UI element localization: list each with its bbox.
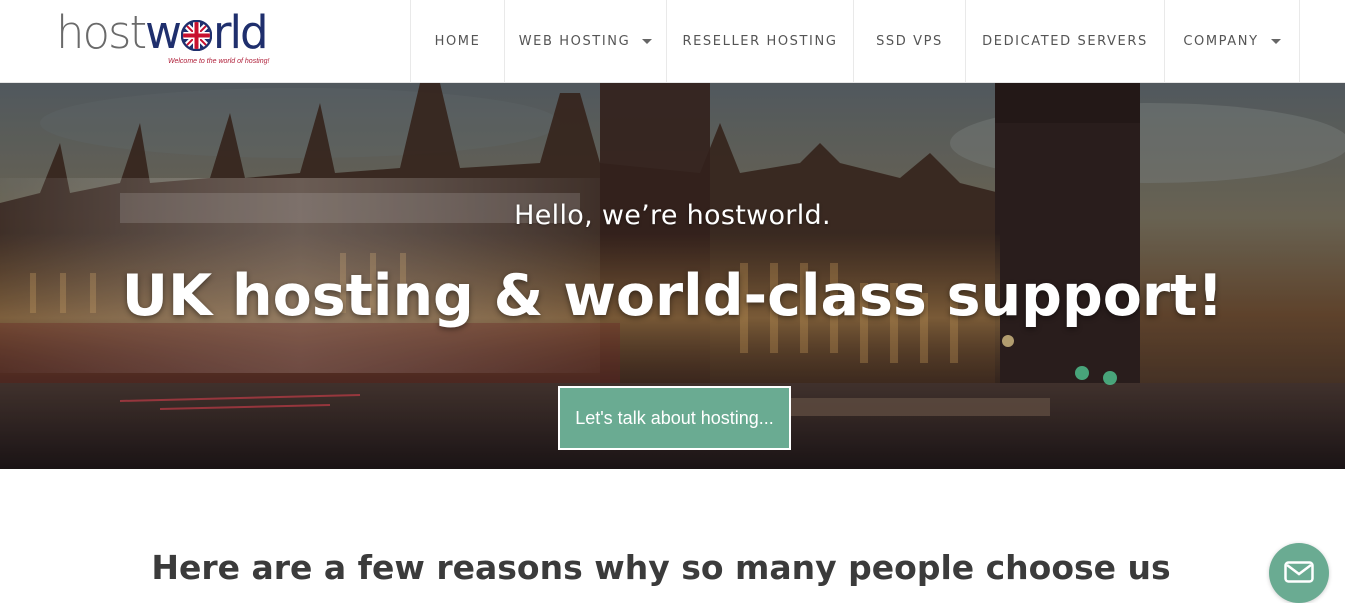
nav-item-label: RESELLER HOSTING	[682, 33, 838, 49]
hero-title: UK hosting & world-class support!	[121, 263, 1224, 329]
nav-item-home[interactable]: HOME	[411, 0, 505, 82]
caret-down-icon	[642, 38, 653, 44]
logo-host-text: host	[56, 6, 147, 59]
logo-wordmark: host w rld	[56, 6, 269, 59]
talk-about-hosting-button[interactable]: Let's talk about hosting...	[558, 386, 791, 450]
logo-rld-text: rld	[212, 6, 269, 59]
logo-tagline: Welcome to the world of hosting!	[168, 58, 270, 65]
nav-item-dedicated-servers[interactable]: DEDICATED SERVERS	[966, 0, 1165, 82]
nav-item-label: COMPANY	[1183, 33, 1259, 49]
hero-subtitle: Hello, we’re hostworld.	[514, 200, 831, 231]
reasons-heading: Here are a few reasons why so many peopl…	[151, 548, 1171, 587]
contact-chat-button[interactable]	[1269, 543, 1329, 603]
nav-item-label: SSD VPS	[876, 33, 943, 49]
hostworld-logo[interactable]: host w rld Welcome to the world of hosti…	[56, 8, 288, 70]
union-jack-globe-icon	[180, 11, 213, 52]
caret-down-icon	[1270, 38, 1281, 44]
nav-item-company[interactable]: COMPANY	[1165, 0, 1300, 82]
nav-item-label: DEDICATED SERVERS	[982, 33, 1148, 49]
nav-item-web-hosting[interactable]: WEB HOSTING	[505, 0, 667, 82]
envelope-icon	[1284, 561, 1314, 583]
hero-banner: Hello, we’re hostworld. UK hosting & wor…	[0, 83, 1345, 469]
site-header: host w rld Welcome to the world of hosti…	[0, 0, 1345, 83]
logo-w-text: w	[145, 6, 182, 59]
nav-item-reseller-hosting[interactable]: RESELLER HOSTING	[667, 0, 854, 82]
main-nav: HOME WEB HOSTING RESELLER HOSTING SSD VP…	[410, 0, 1300, 82]
nav-item-label: HOME	[434, 33, 481, 49]
nav-item-label: WEB HOSTING	[518, 33, 631, 49]
nav-item-ssd-vps[interactable]: SSD VPS	[854, 0, 966, 82]
